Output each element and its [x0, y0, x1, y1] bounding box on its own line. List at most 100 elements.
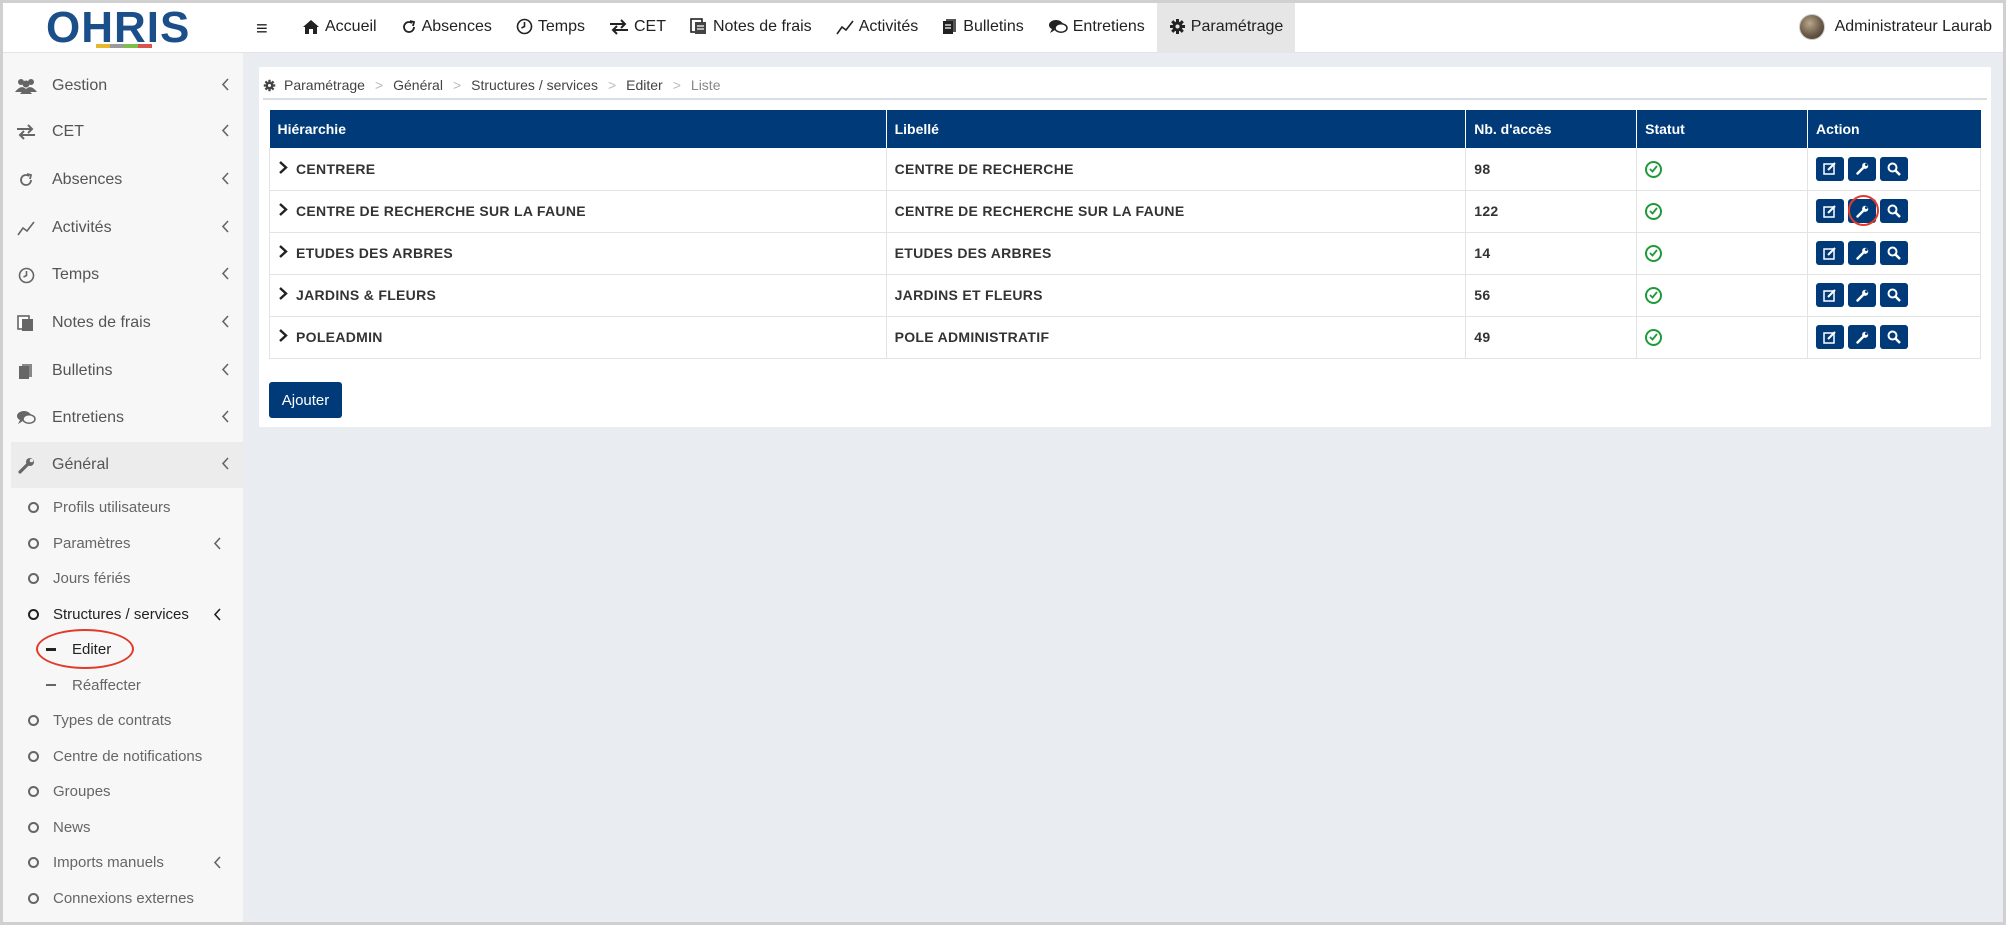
nav-notes-de-frais[interactable]: Notes de frais: [678, 0, 824, 53]
chevron-right-icon[interactable]: [278, 160, 294, 174]
sidebar-item-bulletins[interactable]: Bulletins: [11, 348, 243, 394]
header-libelle[interactable]: Libellé: [886, 110, 1467, 148]
table-row: JARDINS & FLEURS JARDINS ET FLEURS 56: [269, 274, 1981, 317]
sidebar-item-general[interactable]: Général: [11, 442, 243, 488]
cell-hierarchie[interactable]: ETUDES DES ARBRES: [269, 232, 887, 275]
cell-hierarchie[interactable]: CENTRE DE RECHERCHE SUR LA FAUNE: [269, 190, 887, 233]
nav-label: Paramétrage: [1190, 17, 1284, 35]
edit-button[interactable]: [1816, 156, 1845, 181]
users-icon: [14, 78, 38, 94]
sidebar-item-label: CET: [52, 123, 84, 140]
nav-bulletins[interactable]: Bulletins: [930, 0, 1035, 53]
view-button[interactable]: [1880, 156, 1909, 181]
circle-icon: [28, 856, 39, 868]
cell-statut: [1636, 316, 1809, 359]
sidebar-item-absences[interactable]: Absences: [11, 157, 243, 203]
menu-toggle-icon[interactable]: ≡: [256, 18, 268, 41]
sidebar-item-label: Bulletins: [52, 362, 113, 379]
chevron-right-icon[interactable]: [278, 329, 294, 342]
breadcrumb-structures-services[interactable]: Structures / services: [471, 77, 598, 93]
cell-hierarchie[interactable]: CENTRERE: [269, 148, 887, 191]
sidebar-item-temps[interactable]: Temps: [11, 252, 243, 298]
sidebar-sub-label: News: [53, 818, 91, 836]
nav-entretiens[interactable]: Entretiens: [1036, 0, 1157, 53]
sidebar-subsub-editer[interactable]: Editer: [46, 635, 226, 663]
edit-button[interactable]: [1816, 325, 1845, 349]
chevron-left-icon: [221, 267, 229, 285]
line-chart-icon: [14, 220, 38, 236]
sidebar-sub-jours-feries[interactable]: Jours fériés: [28, 564, 243, 592]
sidebar-sub-centre-de-notifications[interactable]: Centre de notifications: [28, 742, 243, 770]
cell-libelle: JARDINS ET FLEURS: [886, 274, 1467, 317]
header-hierarchie[interactable]: Hiérarchie: [269, 110, 887, 148]
cell-hierarchie[interactable]: POLEADMIN: [269, 316, 887, 359]
breadcrumb-parametrage[interactable]: Paramétrage: [284, 77, 365, 93]
sidebar-sub-connexions-externes[interactable]: Connexions externes: [28, 884, 243, 912]
cell-libelle: CENTRE DE RECHERCHE SUR LA FAUNE: [886, 190, 1467, 233]
circle-icon: [28, 714, 39, 726]
nav-absences[interactable]: Absences: [389, 0, 504, 53]
check-circle-icon: [1645, 202, 1663, 220]
table-header-row: Hiérarchie Libellé Nb. d'accès Statut Ac…: [269, 110, 1981, 148]
configure-button[interactable]: [1848, 325, 1877, 349]
nav-parametrage[interactable]: Paramétrage: [1156, 0, 1296, 53]
cell-libelle: POLE ADMINISTRATIF: [886, 316, 1467, 359]
sidebar-subsub-reaffecter[interactable]: Réaffecter: [46, 671, 226, 699]
svg-text:OHRIS: OHRIS: [46, 4, 190, 50]
sidebar-sub-groupes[interactable]: Groupes: [28, 777, 243, 805]
check-circle-icon: [1645, 160, 1663, 178]
ohris-logo[interactable]: OHRIS: [46, 4, 206, 50]
user-menu[interactable]: Administrateur Laurab: [1798, 0, 1992, 53]
cell-statut: [1636, 274, 1809, 317]
sidebar-item-cet[interactable]: CET: [11, 109, 243, 155]
nav-cet[interactable]: CET: [597, 0, 678, 53]
edit-button[interactable]: [1816, 283, 1845, 307]
configure-button[interactable]: [1848, 156, 1877, 181]
sidebar-sub-structures-services[interactable]: Structures / services: [28, 600, 243, 628]
chevron-right-icon[interactable]: [278, 287, 294, 300]
nav-accueil[interactable]: Accueil: [290, 0, 389, 53]
breadcrumb-general[interactable]: Général: [393, 77, 443, 93]
configure-button[interactable]: [1848, 199, 1877, 223]
row-code: POLEADMIN: [296, 329, 383, 345]
wrench-icon: [14, 457, 38, 474]
sidebar-item-entretiens[interactable]: Entretiens: [11, 395, 243, 441]
sidebar-sub-types-de-contrats[interactable]: Types de contrats: [28, 706, 243, 734]
table-row: CENTRE DE RECHERCHE SUR LA FAUNE CENTRE …: [269, 190, 1981, 233]
sidebar-sub-profils-utilisateurs[interactable]: Profils utilisateurs: [28, 493, 243, 521]
edit-button[interactable]: [1816, 241, 1845, 265]
view-button[interactable]: [1880, 283, 1909, 307]
wrench-icon: [1855, 163, 1868, 175]
view-button[interactable]: [1880, 325, 1909, 349]
chevron-right-icon[interactable]: [278, 245, 294, 258]
view-button[interactable]: [1880, 199, 1909, 223]
header-nb-acces[interactable]: Nb. d'accès: [1465, 110, 1638, 148]
sidebar-item-label: Général: [52, 456, 109, 473]
sidebar-sub-news[interactable]: News: [28, 813, 243, 841]
chevron-right-icon[interactable]: [278, 203, 294, 216]
nav-activites[interactable]: Activités: [824, 0, 931, 53]
sidebar-item-notes-de-frais[interactable]: Notes de frais: [11, 300, 243, 346]
dash-icon: [46, 684, 56, 686]
header-statut[interactable]: Statut: [1636, 110, 1809, 148]
edit-button[interactable]: [1816, 199, 1845, 223]
cell-statut: [1636, 190, 1809, 233]
configure-button[interactable]: [1848, 283, 1877, 307]
sidebar-item-activites[interactable]: Activités: [11, 205, 243, 251]
add-button[interactable]: Ajouter: [269, 382, 342, 418]
dash-icon: [46, 647, 56, 651]
configure-button[interactable]: [1848, 241, 1877, 265]
comments-icon: [14, 410, 38, 426]
table-row: ETUDES DES ARBRES ETUDES DES ARBRES 14: [269, 232, 1981, 275]
sidebar-sub-label: Jours fériés: [53, 569, 131, 587]
cell-hierarchie[interactable]: JARDINS & FLEURS: [269, 274, 887, 317]
sidebar-item-gestion[interactable]: Gestion: [11, 63, 243, 109]
circle-icon: [28, 572, 39, 584]
breadcrumb-editer[interactable]: Editer: [626, 77, 663, 93]
sidebar-sub-imports-manuels[interactable]: Imports manuels: [28, 848, 243, 876]
breadcrumb-separator: >: [672, 77, 681, 93]
header-action: Action: [1807, 110, 1981, 148]
view-button[interactable]: [1880, 241, 1909, 265]
sidebar-sub-parametres[interactable]: Paramètres: [28, 529, 243, 557]
nav-temps[interactable]: Temps: [504, 0, 597, 53]
